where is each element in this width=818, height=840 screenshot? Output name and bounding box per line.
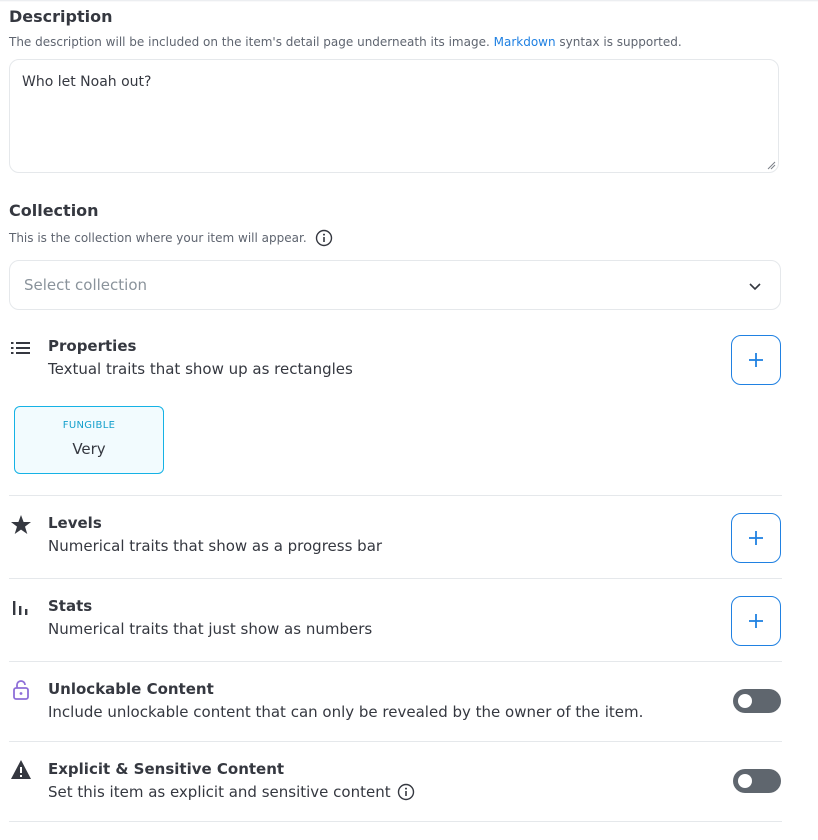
add-stat-button[interactable] — [731, 596, 781, 646]
property-value: Very — [72, 440, 106, 458]
top-edge-shadow — [0, 0, 818, 2]
unlockable-toggle[interactable] — [733, 689, 781, 713]
markdown-link[interactable]: Markdown — [494, 35, 556, 49]
bar-chart-icon — [13, 601, 28, 615]
explicit-toggle[interactable] — [733, 769, 781, 793]
properties-subtitle: Textual traits that show up as rectangle… — [48, 360, 353, 378]
lock-open-icon — [13, 680, 29, 700]
list-icon — [11, 342, 30, 354]
collection-title: Collection — [9, 201, 99, 220]
explicit-subtitle: Set this item as explicit and sensitive … — [48, 783, 391, 801]
property-type: FUNGIBLE — [62, 420, 116, 431]
collection-select-placeholder: Select collection — [24, 276, 148, 294]
stats-title: Stats — [48, 597, 93, 615]
description-value: Who let Noah out? — [22, 74, 152, 90]
info-icon[interactable] — [315, 229, 333, 247]
description-textarea[interactable]: Who let Noah out? — [9, 59, 779, 173]
property-card: FUNGIBLE Very — [14, 406, 164, 474]
description-helper: The description will be included on the … — [9, 35, 682, 49]
divider — [9, 661, 782, 662]
plus-icon — [749, 531, 763, 545]
chevron-down-icon — [749, 283, 761, 291]
collection-helper: This is the collection where your item w… — [9, 229, 333, 247]
description-helper-suffix: syntax is supported. — [559, 35, 682, 49]
unlockable-title: Unlockable Content — [48, 680, 214, 698]
divider — [9, 495, 782, 496]
description-title: Description — [9, 7, 113, 26]
collection-helper-text: This is the collection where your item w… — [9, 231, 307, 245]
toggle-knob — [738, 694, 752, 708]
info-icon[interactable] — [397, 783, 415, 801]
levels-subtitle: Numerical traits that show as a progress… — [48, 537, 383, 555]
properties-title: Properties — [48, 337, 137, 355]
collection-select[interactable]: Select collection — [9, 260, 781, 310]
description-helper-text: The description will be included on the … — [9, 35, 490, 49]
explicit-subtitle-row: Set this item as explicit and sensitive … — [48, 783, 415, 801]
explicit-title: Explicit & Sensitive Content — [48, 760, 285, 778]
levels-title: Levels — [48, 514, 102, 532]
unlockable-subtitle: Include unlockable content that can only… — [48, 703, 644, 721]
star-icon — [11, 515, 31, 534]
divider — [9, 578, 782, 579]
toggle-knob — [738, 774, 752, 788]
divider — [9, 821, 782, 822]
stats-subtitle: Numerical traits that just show as numbe… — [48, 620, 373, 638]
divider — [9, 741, 782, 742]
plus-icon — [749, 614, 763, 628]
plus-icon — [749, 353, 763, 367]
add-property-button[interactable] — [731, 335, 781, 385]
resize-grip-icon[interactable] — [766, 160, 776, 170]
warning-icon — [11, 760, 31, 779]
add-level-button[interactable] — [731, 513, 781, 563]
